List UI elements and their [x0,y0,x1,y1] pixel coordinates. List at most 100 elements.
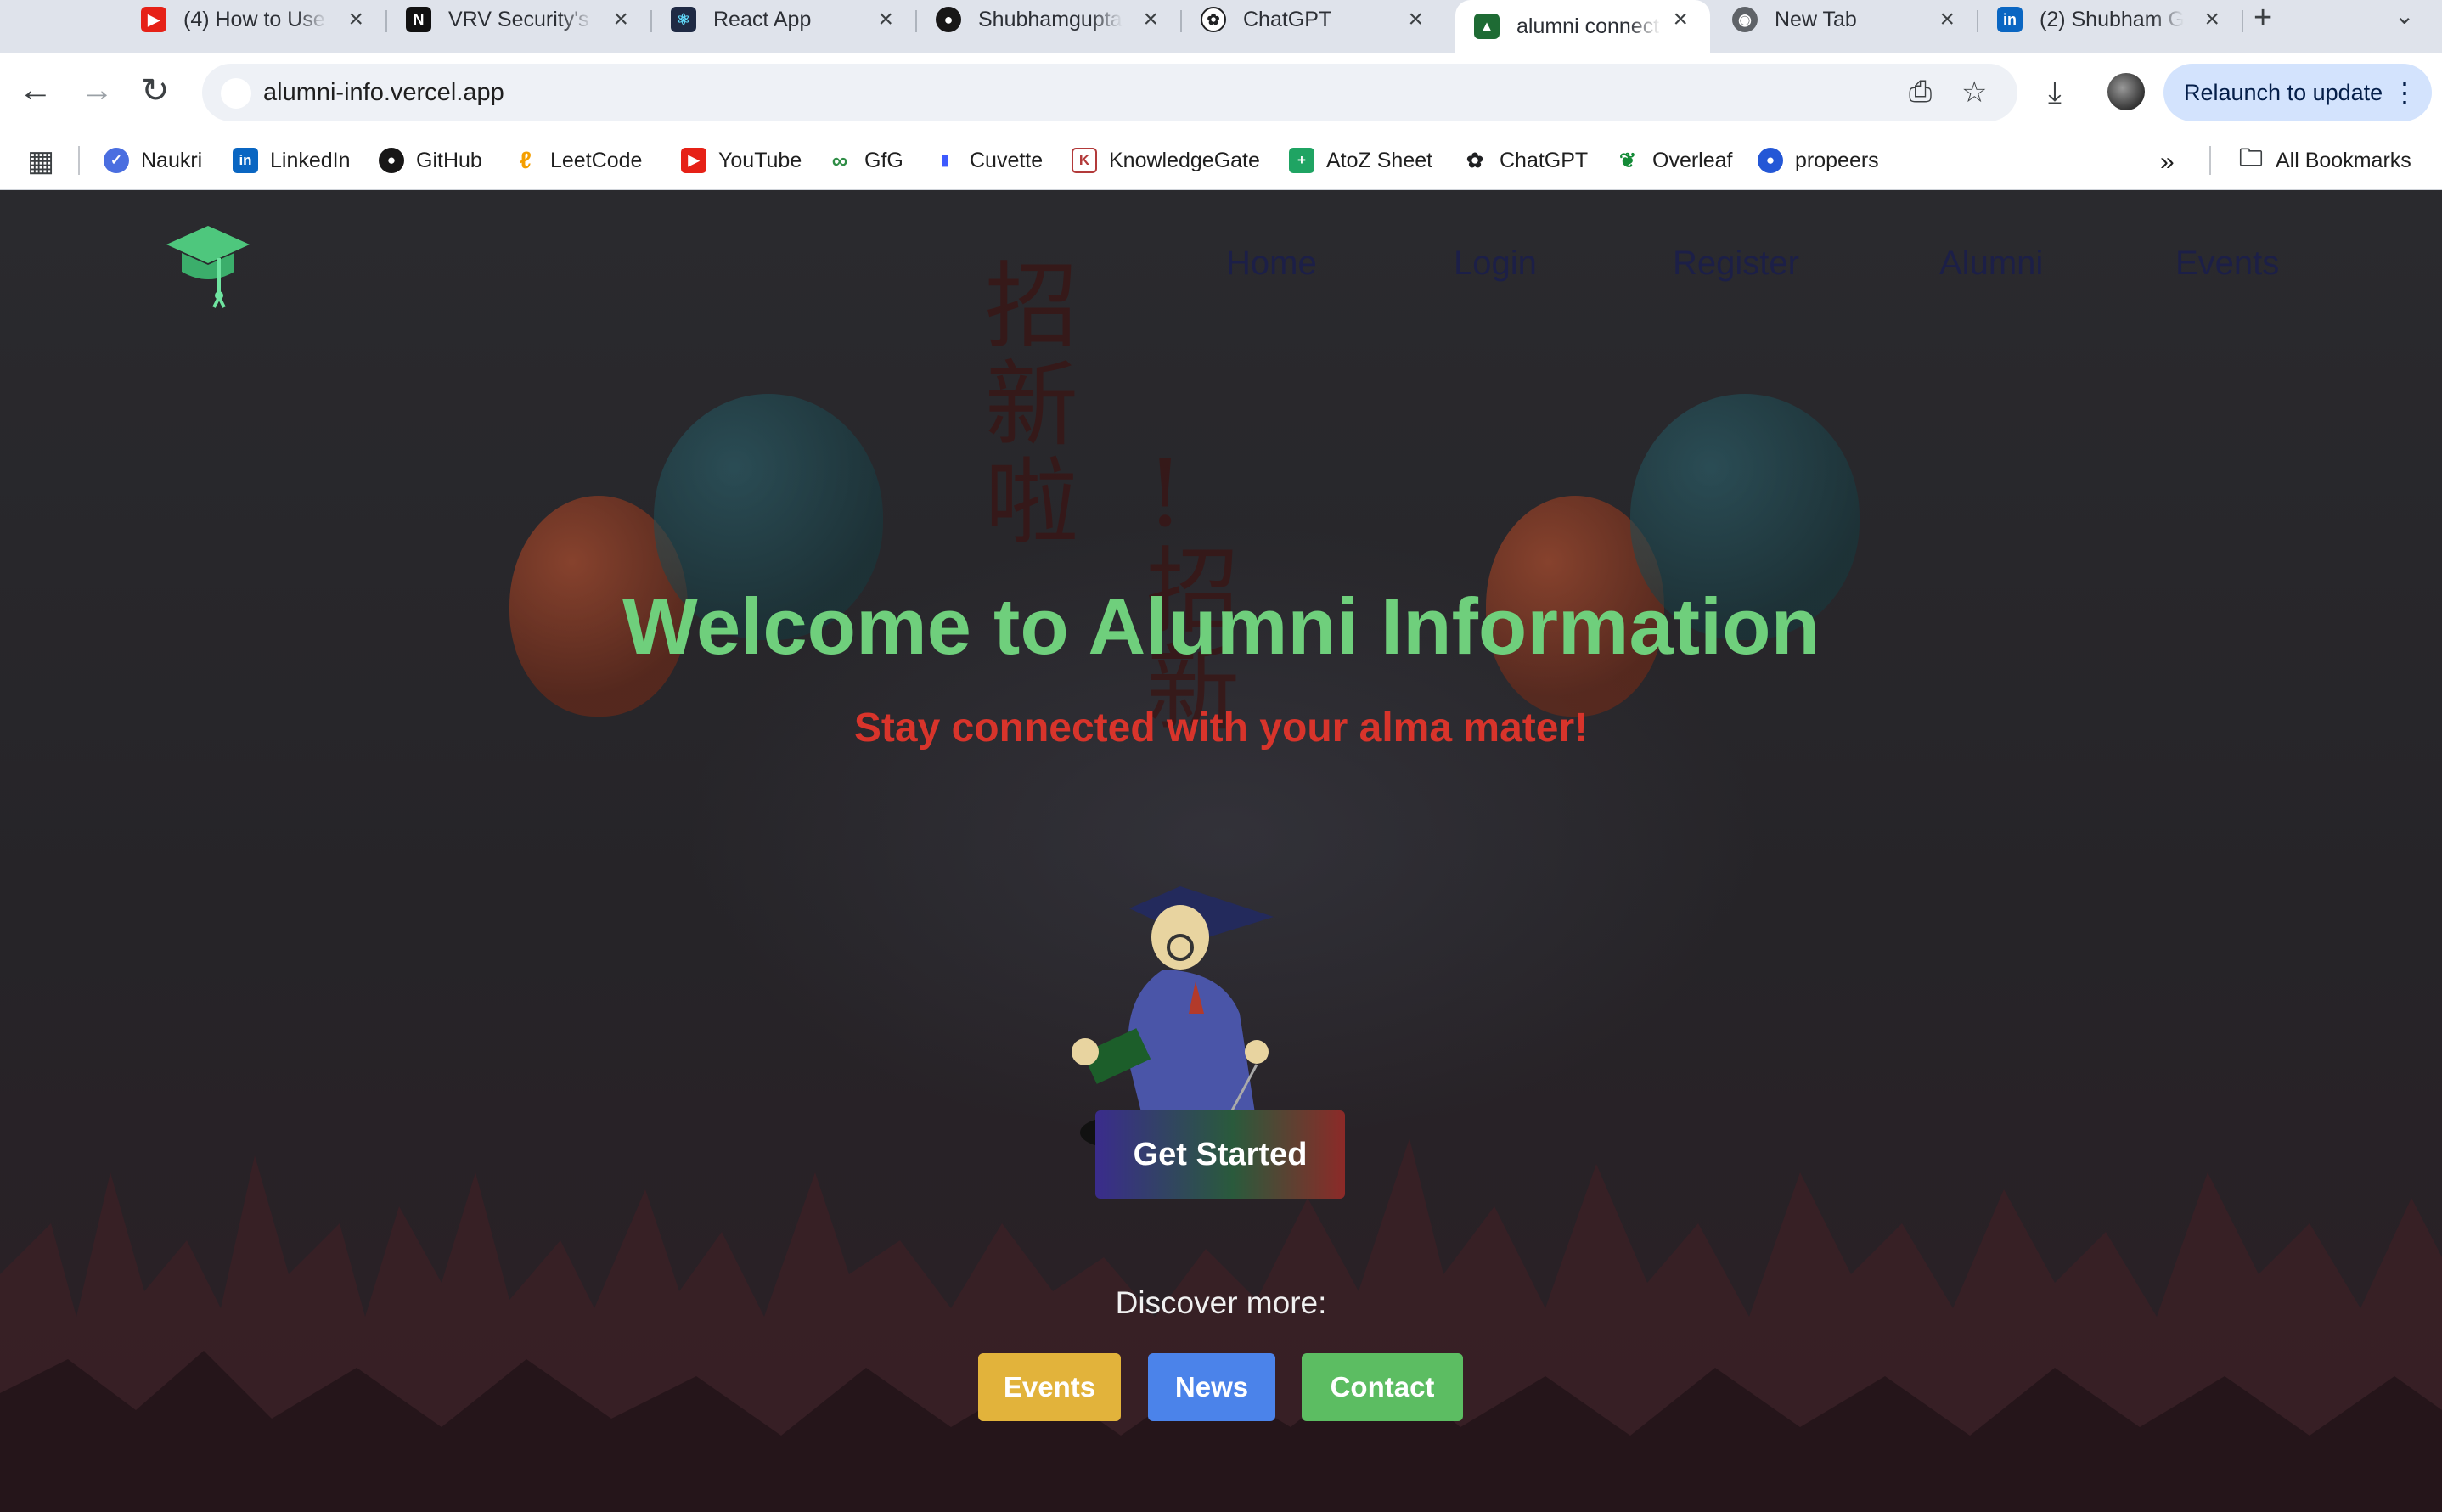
tab-linkedin[interactable]: in (2) Shubham G × [1978,0,2242,39]
youtube-icon: ▶ [681,148,706,173]
bookmark-linkedin[interactable]: in LinkedIn [233,148,351,173]
gfg-icon: ∞ [831,147,848,173]
address-bar[interactable]: alumni-info.vercel.app ⎙ ☆ [202,64,2017,121]
bookmark-chatgpt[interactable]: ✿ ChatGPT [1462,148,1588,173]
bookmark-github[interactable]: ● GitHub [379,148,482,173]
github-icon: ● [936,7,961,32]
youtube-icon: ▶ [141,7,166,32]
url-text[interactable]: alumni-info.vercel.app [263,79,504,107]
site-settings-icon[interactable] [221,78,251,109]
close-icon[interactable]: × [1143,5,1158,34]
bookmark-naukri[interactable]: ✓ Naukri [104,148,202,173]
reload-icon[interactable]: ↻ [141,71,170,110]
bookmark-youtube[interactable]: ▶ YouTube [681,148,802,173]
close-icon[interactable]: × [613,5,628,34]
hero-title: Welcome to Alumni Information [622,582,1820,671]
close-icon[interactable]: × [878,5,893,34]
chatgpt-icon: ✿ [1466,149,1484,172]
nav-register-link[interactable]: Register [1673,245,1799,283]
bookmark-label: GfG [864,148,903,172]
events-button[interactable]: Events [978,1353,1121,1421]
forward-arrow-icon[interactable]: → [80,71,114,110]
nav-alumni-link[interactable]: Alumni [1939,245,2043,283]
bookmarks-divider [2209,146,2211,175]
bookmark-label: LeetCode [550,148,643,172]
bookmark-propeers[interactable]: ● propeers [1758,148,1879,173]
tab-vrv-security[interactable]: N VRV Security's × [387,0,650,39]
discover-more-label: Discover more: [1115,1285,1327,1320]
news-button[interactable]: News [1148,1353,1275,1421]
tab-title: VRV Security's [448,7,589,31]
relaunch-label: Relaunch to update [2184,80,2383,105]
install-app-icon[interactable]: ⎙ [1909,76,1932,109]
close-icon[interactable]: × [1408,5,1423,34]
graduation-cap-icon: ▲ [1474,14,1500,39]
close-icon[interactable]: × [348,5,363,34]
banner-text-left: 招 新 啦 [985,252,1078,557]
tab-github[interactable]: ● Shubhamgupta × [917,0,1180,39]
tab-title: Shubhamgupta [978,7,1123,31]
bookmark-knowledgegate[interactable]: K KnowledgeGate [1072,148,1260,173]
github-icon: ● [379,148,404,173]
hero-subtitle: Stay connected with your alma mater! [853,705,1589,750]
bookmark-gfg[interactable]: ∞ GfG [827,148,903,173]
close-icon[interactable]: × [2204,5,2220,34]
propeers-icon: ● [1758,148,1783,173]
new-tab-plus-icon[interactable]: + [2254,0,2272,37]
more-menu-icon[interactable]: ⋮ [2391,64,2418,121]
close-icon[interactable]: × [1673,5,1688,34]
profile-avatar[interactable] [2107,73,2145,110]
bookmark-atoz-sheet[interactable]: + AtoZ Sheet [1289,148,1432,173]
all-bookmarks-folder[interactable]: 🗀 All Bookmarks [2238,144,2411,173]
bookmark-label: Cuvette [970,148,1044,172]
tab-chatgpt[interactable]: ✿ ChatGPT × [1182,0,1445,39]
bookmark-cuvette[interactable]: ▮ Cuvette [932,148,1043,173]
download-icon[interactable]: ⤓ [2048,75,2062,111]
tab-title: New Tab [1775,7,1857,31]
cuvette-icon: ▮ [941,152,949,168]
bookmark-label: ChatGPT [1500,148,1589,172]
notion-icon: N [406,7,431,32]
leetcode-icon: ℓ [520,147,532,173]
tab-alumni-connect[interactable]: ▲ alumni connect × [1455,0,1710,53]
bookmark-label: KnowledgeGate [1109,148,1260,172]
linkedin-icon: in [233,148,258,173]
bookmark-label: GitHub [416,148,482,172]
linkedin-icon: in [1997,7,2023,32]
folder-icon: 🗀 [2238,144,2263,171]
get-started-button[interactable]: Get Started [1095,1110,1345,1199]
bookmark-label: YouTube [718,148,802,172]
tab-title: (4) How to Use [183,7,325,31]
bookmarks-bar: ▦ ✓ Naukri in LinkedIn ● GitHub ℓ LeetCo… [0,132,2442,190]
back-arrow-icon[interactable]: ← [19,71,53,110]
bookmark-overleaf[interactable]: ❦ Overleaf [1615,148,1733,173]
tab-search-chevron-icon[interactable]: ⌄ [2394,2,2414,30]
nav-login-link[interactable]: Login [1454,245,1537,283]
tab-title: ChatGPT [1243,7,1332,31]
nav-home-link[interactable]: Home [1226,245,1317,283]
tab-title: (2) Shubham G [2040,7,2184,31]
bookmark-star-icon[interactable]: ☆ [1961,76,1987,110]
chatgpt-icon: ✿ [1201,7,1226,32]
bookmark-label: propeers [1795,148,1879,172]
nav-events-link[interactable]: Events [2175,245,2279,283]
close-icon[interactable]: × [1939,5,1955,34]
tab-title: alumni connect [1516,14,1660,38]
relaunch-button[interactable]: Relaunch to update ⋮ [2163,64,2432,121]
bookmark-leetcode[interactable]: ℓ LeetCode [513,147,643,173]
bookmark-label: LinkedIn [270,148,351,172]
graduation-cap-logo-icon[interactable] [161,219,255,312]
tab-react-app[interactable]: ⚛ React App × [652,0,915,39]
tab-youtube[interactable]: ▶ (4) How to Use × [122,0,385,39]
tab-title: React App [713,7,812,31]
knowledgegate-icon: K [1072,148,1097,173]
naukri-icon: ✓ [104,148,129,173]
apps-grid-icon[interactable]: ▦ [27,144,54,178]
bookmark-label: Naukri [141,148,203,172]
bookmarks-divider [78,146,80,175]
browser-toolbar: ← → ↻ alumni-info.vercel.app ⎙ ☆ ⤓ Relau… [0,53,2442,132]
more-bookmarks-chevron-icon[interactable]: » [2160,148,2175,177]
tab-new-tab[interactable]: ◉ New Tab × [1713,0,1977,39]
contact-button[interactable]: Contact [1302,1353,1463,1421]
all-bookmarks-label: All Bookmarks [2276,148,2411,172]
